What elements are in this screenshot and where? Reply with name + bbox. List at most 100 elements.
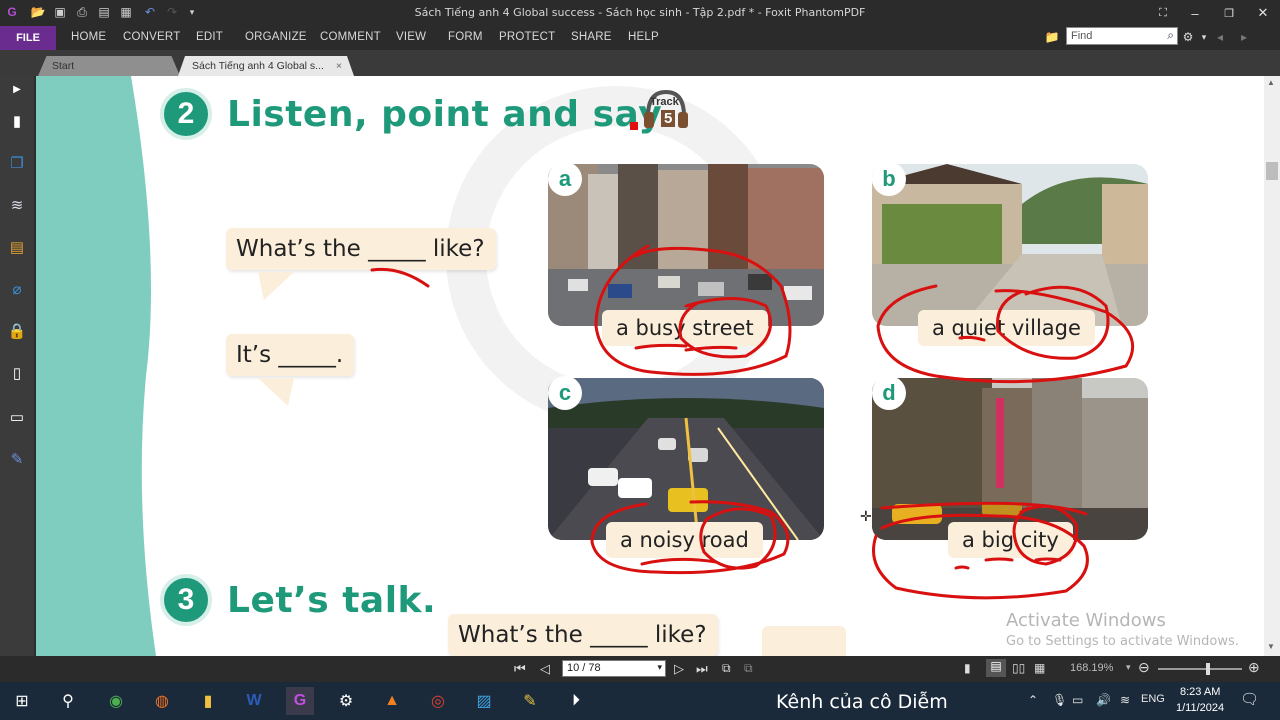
scroll-down-icon[interactable]: ▼ xyxy=(1267,642,1275,651)
firefox-icon[interactable]: ◍ xyxy=(148,687,176,715)
menu-edit[interactable]: EDIT xyxy=(196,31,223,43)
layers-icon[interactable]: ≋ xyxy=(6,194,28,216)
document-properties-icon[interactable]: ▯ xyxy=(6,362,28,384)
zoom-in-icon[interactable]: ⊕ xyxy=(1248,659,1260,676)
zoom-slider[interactable] xyxy=(1158,663,1242,675)
foxit-icon[interactable]: G xyxy=(286,687,314,715)
facing-page-icon[interactable]: ▯▯ xyxy=(1012,661,1025,675)
tab-start-label: Start xyxy=(52,60,75,72)
restore-button[interactable]: ❐ xyxy=(1212,0,1246,26)
menu-home[interactable]: HOME xyxy=(71,31,106,43)
tray-expand-icon[interactable]: ⌃ xyxy=(1028,693,1038,707)
circle-road-word xyxy=(699,507,777,570)
settings-gear-icon[interactable]: ⚙ xyxy=(1180,29,1196,45)
underline-quiet xyxy=(958,335,986,342)
pages-icon[interactable]: ❐ xyxy=(6,152,28,174)
notifications-icon[interactable]: 🗨 xyxy=(1240,690,1259,708)
left-navigation-panel: ▶ ▮ ❐ ≋ ▤ ⌀ 🔒 ▯ ▭ ✎ xyxy=(0,76,34,656)
continuous-page-icon[interactable]: ▤ xyxy=(986,659,1006,677)
find-input[interactable]: Find ⌕ xyxy=(1066,27,1178,45)
scrollbar-thumb[interactable] xyxy=(1266,162,1278,180)
activate-windows-subtitle: Go to Settings to activate Windows. xyxy=(1006,634,1239,649)
menu-help[interactable]: HELP xyxy=(628,31,659,43)
next-view-icon[interactable]: ⧉ xyxy=(744,661,753,676)
folder-search-icon[interactable]: 📁 xyxy=(1044,29,1060,45)
vlc-icon[interactable]: ▲ xyxy=(378,687,406,715)
language-indicator[interactable]: ENG xyxy=(1141,693,1165,705)
last-page-icon[interactable]: ⏭ xyxy=(696,661,708,677)
fullscreen-icon[interactable]: ⛶ xyxy=(1146,0,1180,26)
menu-convert[interactable]: CONVERT xyxy=(123,31,180,43)
circle-big-city xyxy=(872,513,1089,600)
network-battery-icon[interactable]: ▭ xyxy=(1072,693,1083,707)
underline-noisy xyxy=(640,557,718,566)
chrome-icon[interactable]: ◎ xyxy=(424,687,452,715)
comments-icon[interactable]: ▤ xyxy=(6,236,28,258)
channel-caption: Kênh của cô Diễm xyxy=(776,691,948,713)
app-icon[interactable]: ◉ xyxy=(102,687,130,715)
page-indicator: 10 / 78 xyxy=(567,662,601,674)
bookmark-icon[interactable]: ▮ xyxy=(6,110,28,132)
minimize-button[interactable]: – xyxy=(1178,0,1212,26)
red-pen-annotations[interactable] xyxy=(36,76,1264,656)
word-icon[interactable]: W xyxy=(240,687,268,715)
menu-share[interactable]: SHARE xyxy=(571,31,612,43)
continuous-facing-icon[interactable]: ▦ xyxy=(1034,661,1045,675)
first-page-icon[interactable]: ⏮ xyxy=(514,661,526,677)
menu-comment[interactable]: COMMENT xyxy=(320,31,381,43)
activate-windows-title: Activate Windows xyxy=(1006,610,1166,631)
volume-icon[interactable]: 🔊 xyxy=(1096,693,1111,707)
tab-close-icon[interactable]: × xyxy=(336,60,342,72)
crosshair-cursor-icon: ✛ xyxy=(860,508,872,524)
security-lock-icon[interactable]: 🔒 xyxy=(6,320,28,342)
prev-page-icon[interactable]: ◁ xyxy=(540,661,550,677)
tab-start[interactable]: Start xyxy=(38,56,180,76)
attachments-icon[interactable]: ⌀ xyxy=(6,278,28,300)
clock-time[interactable]: 8:23 AM xyxy=(1180,686,1220,698)
underline-blank-stroke xyxy=(370,267,430,288)
menu-view[interactable]: VIEW xyxy=(396,31,426,43)
close-button[interactable]: ✕ xyxy=(1246,0,1280,26)
title-bar: G 📂 ▣ ⎙ ▤ ▦ ↶ ↷ ▾ Sách Tiếng anh 4 Globa… xyxy=(0,0,1280,26)
menu-form[interactable]: FORM xyxy=(448,31,483,43)
search-icon[interactable]: ⌕ xyxy=(1167,28,1174,43)
zoom-level[interactable]: 168.19% xyxy=(1070,662,1113,674)
clock-date[interactable]: 1/11/2024 xyxy=(1176,702,1224,714)
menu-organize[interactable]: ORGANIZE xyxy=(245,31,307,43)
single-page-icon[interactable]: ▮ xyxy=(964,661,971,675)
find-placeholder: Find xyxy=(1071,30,1093,42)
tab-document[interactable]: Sách Tiếng anh 4 Global s... × xyxy=(178,56,354,76)
zoom-dropdown-icon[interactable]: ▾ xyxy=(1126,662,1131,673)
pdf-page-view[interactable]: 2 Listen, point and say. Track 5 What’s … xyxy=(36,76,1264,656)
photos-icon[interactable]: ▨ xyxy=(470,687,498,715)
windows-start-icon[interactable]: ⊞ xyxy=(8,687,36,715)
status-bar: ⏮ ◁ 10 / 78 ▾ ▷ ⏭ ⧉ ⧉ ▮ ▤ ▯▯ ▦ 168.19% ▾… xyxy=(0,656,1280,682)
page-number-input[interactable]: 10 / 78 ▾ xyxy=(562,660,666,677)
settings-dropdown-icon[interactable]: ▾ xyxy=(1196,29,1212,45)
page-dropdown-icon[interactable]: ▾ xyxy=(657,662,662,673)
nav-back-icon[interactable]: ◂ xyxy=(1212,29,1228,45)
windows-taskbar: ⊞ ⚲ ◉ ◍ ▮ W G ⚙ ▲ ◎ ▨ ✎ ⏵ Kênh của cô Di… xyxy=(0,682,1280,720)
menu-protect[interactable]: PROTECT xyxy=(499,31,555,43)
expand-panel-icon[interactable]: ▶ xyxy=(6,78,28,100)
nav-forward-icon[interactable]: ▸ xyxy=(1236,29,1252,45)
microphone-icon[interactable]: 🎙 xyxy=(1052,693,1067,707)
window-title: Sách Tiếng anh 4 Global success - Sách h… xyxy=(414,6,866,19)
form-fields-icon[interactable]: ▭ xyxy=(6,406,28,428)
paint-icon[interactable]: ✎ xyxy=(516,687,544,715)
next-page-icon[interactable]: ▷ xyxy=(674,661,684,677)
scroll-up-icon[interactable]: ▲ xyxy=(1267,78,1275,87)
wifi-icon[interactable]: ≋ xyxy=(1120,693,1130,707)
zoom-slider-thumb[interactable] xyxy=(1206,663,1210,675)
file-tab[interactable]: FILE xyxy=(0,26,56,50)
zoom-out-icon[interactable]: ⊖ xyxy=(1138,659,1150,676)
document-tabs: Start Sách Tiếng anh 4 Global s... × xyxy=(0,50,1280,76)
file-explorer-icon[interactable]: ▮ xyxy=(194,687,222,715)
settings-gear-icon[interactable]: ⚙ xyxy=(332,687,360,715)
signature-pen-icon[interactable]: ✎ xyxy=(6,448,28,470)
previous-view-icon[interactable]: ⧉ xyxy=(722,661,731,676)
media-player-icon[interactable]: ⏵ xyxy=(562,687,590,715)
search-icon[interactable]: ⚲ xyxy=(54,687,82,715)
circle-city-word xyxy=(1012,504,1079,566)
vertical-scrollbar[interactable]: ▲ ▼ xyxy=(1264,76,1280,656)
